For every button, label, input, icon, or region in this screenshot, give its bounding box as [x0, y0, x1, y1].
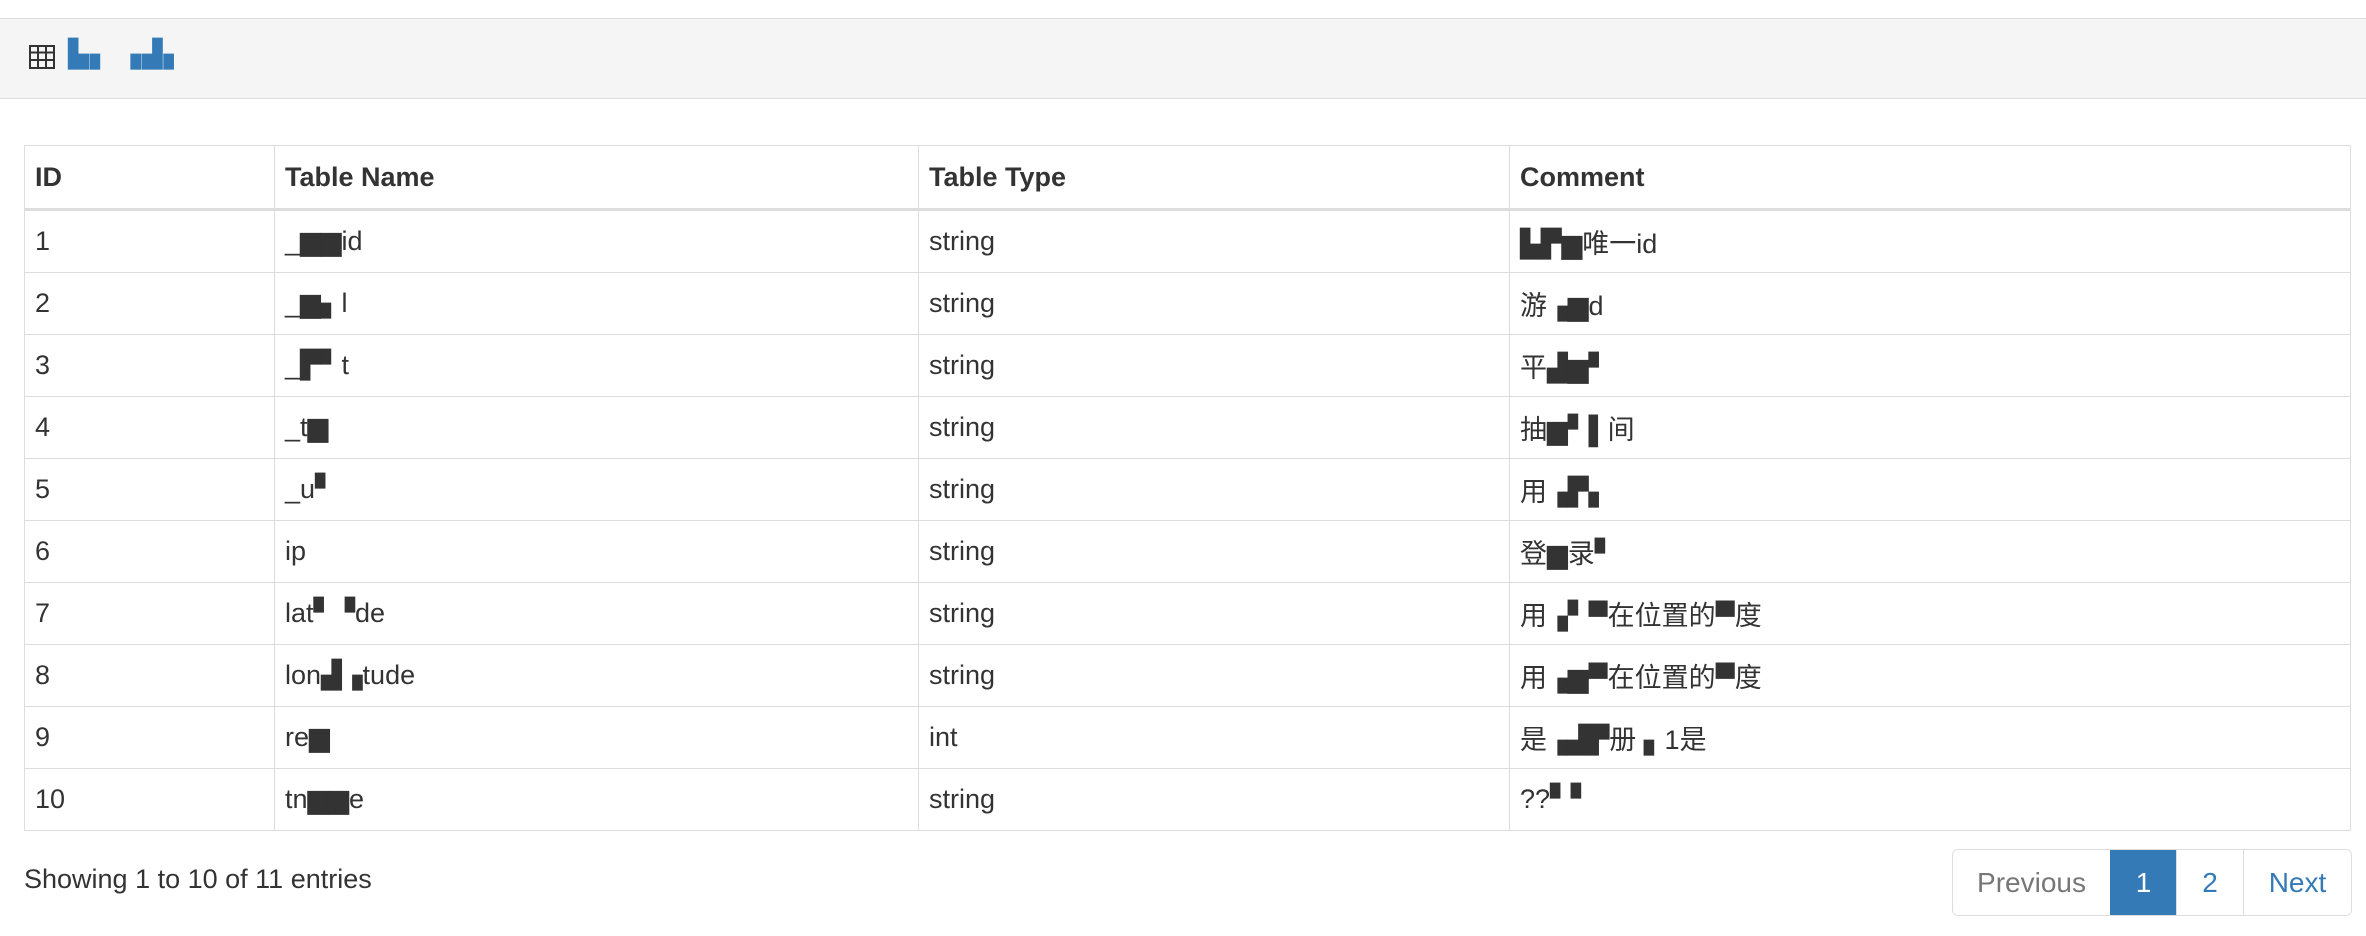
cell-id: 1	[24, 209, 275, 273]
cell-comment: 抽▆▘▌间	[1509, 396, 2351, 459]
cell-id: 4	[24, 396, 275, 459]
panel-heading: ▙▖ ▗▟▖	[0, 19, 2366, 99]
cell-comment: 用▗▆▀在位置的▀度	[1509, 644, 2351, 707]
cell-table-name: _t▆	[274, 396, 919, 459]
cell-table-name: _▛▘t	[274, 334, 919, 397]
table-row: 4 _t▆ string 抽▆▘▌间	[24, 396, 2351, 459]
cell-table-type: string	[918, 644, 1510, 707]
cell-table-type: string	[918, 458, 1510, 521]
table-row: 3 _▛▘t string 平▟▆▘	[24, 334, 2351, 397]
cell-table-name: _▆▆id	[274, 209, 919, 273]
page-2-button[interactable]: 2	[2176, 850, 2243, 915]
cell-comment: 是▗▟▛册 ▖1是	[1509, 706, 2351, 769]
column-header-comment[interactable]: Comment	[1509, 145, 2351, 211]
table-row: 5 _u▘ string 用▗▛▖	[24, 458, 2351, 521]
cell-comment: ▙▛▆唯一id	[1509, 209, 2351, 273]
table-icon	[29, 45, 55, 69]
cell-table-type: string	[918, 520, 1510, 583]
cell-id: 5	[24, 458, 275, 521]
cell-comment: 平▟▆▘	[1509, 334, 2351, 397]
cell-table-type: string	[918, 396, 1510, 459]
top-border	[0, 0, 2366, 19]
cell-table-name: lon▟▗tude	[274, 644, 919, 707]
cell-id: 3	[24, 334, 275, 397]
cell-comment: 游▗▆d	[1509, 272, 2351, 335]
cell-id: 8	[24, 644, 275, 707]
cell-comment: 用▗▛▖	[1509, 458, 2351, 521]
cell-table-type: int	[918, 706, 1510, 769]
table-row: 6 ip string 登▆录▘	[24, 520, 2351, 583]
cell-id: 10	[24, 768, 275, 831]
cell-id: 6	[24, 520, 275, 583]
table-header-row: ID Table Name Table Type Comment	[24, 145, 2351, 211]
cell-table-type: string	[918, 209, 1510, 273]
pagination: Previous 1 2 Next	[1952, 849, 2352, 916]
panel-title: ▙▖ ▗▟▖	[68, 39, 186, 69]
table-row: 1 _▆▆id string ▙▛▆唯一id	[24, 209, 2351, 273]
cell-table-name: re▆	[274, 706, 919, 769]
cell-table-name: ip	[274, 520, 919, 583]
entries-info: Showing 1 to 10 of 11 entries	[24, 864, 372, 894]
column-header-table-name[interactable]: Table Name	[274, 145, 919, 211]
cell-table-name: _▆▖l	[274, 272, 919, 335]
table-row: 7 lat▘▝de string 用▗▘▀在位置的▀度	[24, 582, 2351, 645]
cell-table-name: lat▘▝de	[274, 582, 919, 645]
cell-table-type: string	[918, 768, 1510, 831]
table-row: 9 re▆ int 是▗▟▛册 ▖1是	[24, 706, 2351, 769]
cell-comment: 用▗▘▀在位置的▀度	[1509, 582, 2351, 645]
next-button[interactable]: Next	[2243, 850, 2351, 915]
cell-table-type: string	[918, 272, 1510, 335]
table-row: 2 _▆▖l string 游▗▆d	[24, 272, 2351, 335]
cell-id: 7	[24, 582, 275, 645]
data-table-wrapper: ID Table Name Table Type Comment 1 _▆▆id…	[24, 145, 2351, 831]
column-header-id[interactable]: ID	[24, 145, 275, 211]
cell-id: 2	[24, 272, 275, 335]
table-row: 8 lon▟▗tude string 用▗▆▀在位置的▀度	[24, 644, 2351, 707]
cell-table-type: string	[918, 334, 1510, 397]
column-header-table-type[interactable]: Table Type	[918, 145, 1510, 211]
data-table: ID Table Name Table Type Comment 1 _▆▆id…	[24, 145, 2351, 831]
cell-table-type: string	[918, 582, 1510, 645]
page-1-button[interactable]: 1	[2110, 850, 2176, 915]
cell-table-name: tn▆▆e	[274, 768, 919, 831]
table-row: 10 tn▆▆e string ??▘▘	[24, 768, 2351, 831]
cell-comment: 登▆录▘	[1509, 520, 2351, 583]
cell-table-name: _u▘	[274, 458, 919, 521]
previous-button[interactable]: Previous	[1953, 850, 2110, 915]
cell-comment: ??▘▘	[1509, 768, 2351, 831]
cell-id: 9	[24, 706, 275, 769]
